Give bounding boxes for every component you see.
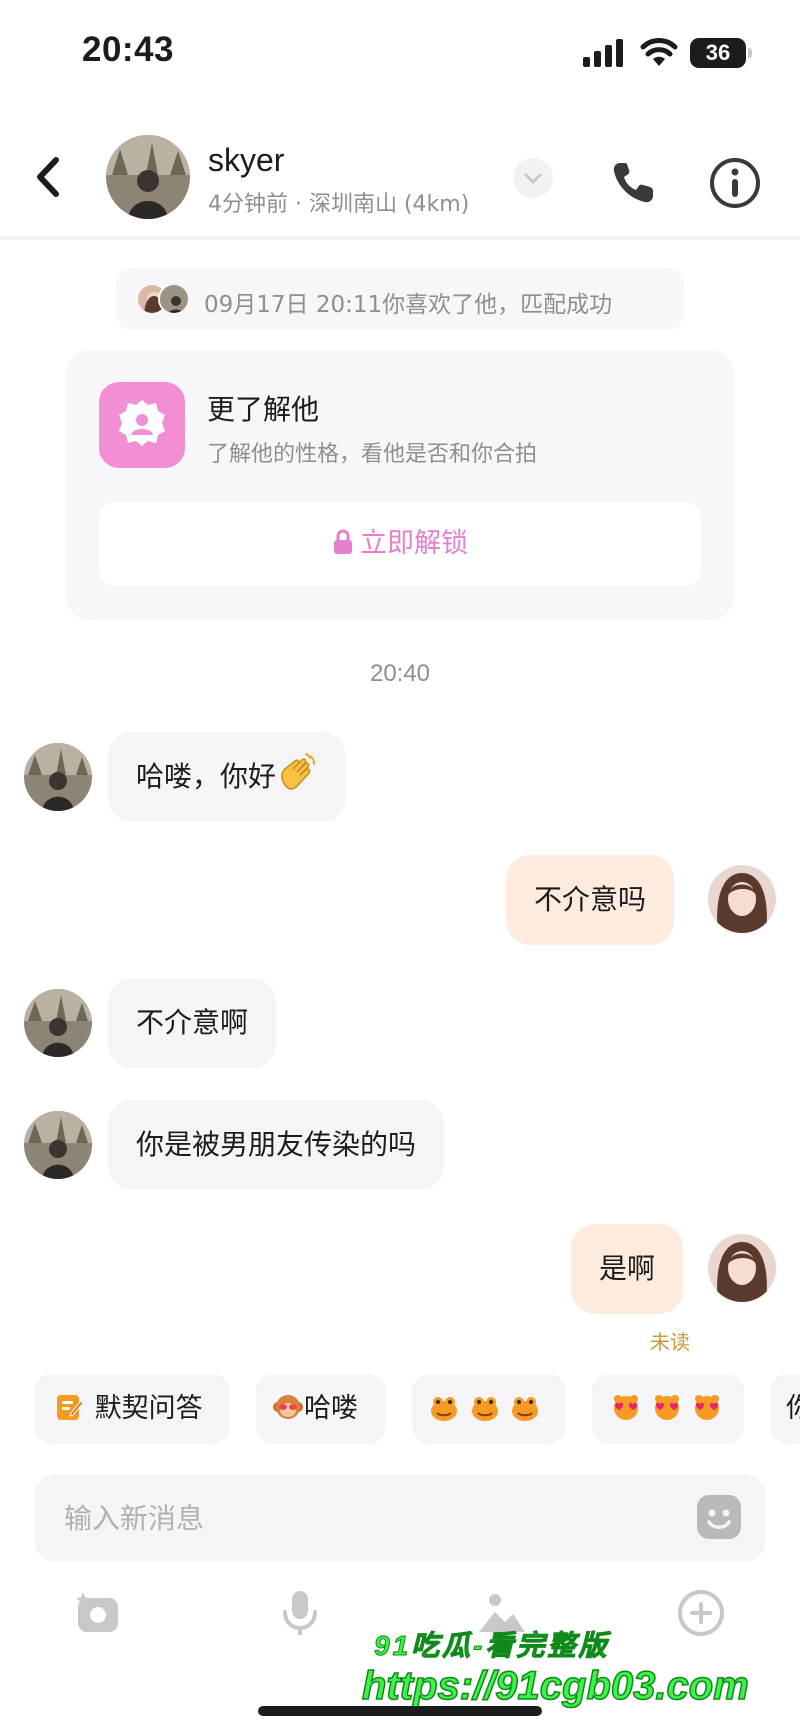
match-notice: 09月17日 20:11你喜欢了他，匹配成功 (116, 268, 684, 330)
message-text: 不介意啊 (136, 1006, 249, 1039)
unlock-label: 立即解锁 (360, 528, 468, 559)
contact-status-location: 4分钟前 · 深圳南山 (4km) (208, 192, 470, 217)
home-indicator (258, 1706, 542, 1716)
time-divider: 20:40 (369, 660, 431, 687)
contact-message-avatar[interactable] (24, 1111, 92, 1179)
frog-sticker-icon (512, 1396, 539, 1421)
quick-reply-bear-stickers[interactable] (592, 1374, 744, 1444)
know-card-description: 了解他的性格，看他是否和你合拍 (207, 442, 538, 467)
message-text: 哈喽，你好 (136, 760, 277, 793)
watermark-title: 91吃瓜-看完整版 (373, 1630, 610, 1662)
watermark-url: https://91cgb03.com (361, 1663, 749, 1709)
message-bubble-incoming[interactable]: 哈喽，你好 (108, 732, 347, 822)
quick-reply-label: 你 (786, 1393, 800, 1424)
camera-icon[interactable] (74, 1588, 124, 1638)
frog-sticker-icon (431, 1396, 457, 1421)
wifi-icon (640, 38, 678, 66)
quick-reply-label: 默契问答 (94, 1393, 203, 1424)
message-bubble-incoming[interactable]: 不介意啊 (108, 978, 277, 1068)
quick-reply-frog-stickers[interactable] (412, 1374, 566, 1444)
quick-reply-label: 哈喽 (304, 1393, 358, 1424)
match-notice-text: 09月17日 20:11你喜欢了他，匹配成功 (204, 292, 613, 318)
signal-icon (583, 39, 623, 67)
waving-hand-icon (281, 753, 316, 790)
quick-reply-partial[interactable]: 你 (770, 1374, 800, 1444)
battery-indicator: 36 (690, 38, 746, 68)
heart-bear-sticker-icon (614, 1394, 638, 1420)
know-card-title: 更了解他 (207, 393, 320, 426)
edit-note-icon (57, 1394, 84, 1420)
contact-avatar[interactable] (106, 135, 190, 219)
battery-nub (748, 48, 752, 58)
quick-reply-quiz[interactable]: 默契问答 (34, 1374, 230, 1444)
back-icon[interactable] (30, 152, 66, 202)
message-bubble-outgoing[interactable]: 是啊 (571, 1224, 684, 1314)
phone-icon[interactable] (610, 160, 658, 206)
know-him-card: 更了解他 了解他的性格，看他是否和你合拍 立即解锁 (66, 350, 734, 620)
frog-sticker-icon (471, 1396, 498, 1421)
message-text: 是啊 (599, 1252, 656, 1285)
message-bubble-incoming[interactable]: 你是被男朋友传染的吗 (108, 1100, 445, 1190)
message-text: 你是被男朋友传染的吗 (136, 1128, 417, 1161)
personality-badge-icon (99, 382, 185, 468)
contact-name: skyer (208, 142, 285, 178)
match-avatars (136, 283, 192, 315)
message-text: 不介意吗 (534, 883, 647, 916)
add-icon[interactable] (676, 1588, 726, 1638)
monkey-sticker-icon (273, 1394, 303, 1419)
status-time: 20:43 (82, 30, 175, 69)
my-message-avatar[interactable] (708, 865, 776, 933)
heart-bear-sticker-icon (695, 1394, 720, 1420)
unlock-button[interactable]: 立即解锁 (99, 502, 701, 586)
contact-avatar-small (158, 283, 190, 315)
info-icon[interactable] (708, 156, 762, 210)
lock-icon (334, 529, 352, 554)
chat-header: skyer 4分钟前 · 深圳南山 (4km) (0, 120, 800, 240)
message-bubble-outgoing[interactable]: 不介意吗 (506, 855, 675, 945)
microphone-icon[interactable] (275, 1588, 325, 1638)
contact-message-avatar[interactable] (24, 743, 92, 811)
unread-status: 未读 (650, 1330, 690, 1354)
message-input[interactable] (64, 1474, 664, 1562)
my-message-avatar[interactable] (708, 1234, 776, 1302)
emoji-icon[interactable] (696, 1494, 742, 1540)
contact-message-avatar[interactable] (24, 989, 92, 1057)
chevron-down-icon[interactable] (513, 158, 553, 198)
quick-reply-hello[interactable]: 哈喽 (256, 1374, 386, 1444)
message-input-box (34, 1474, 766, 1562)
heart-bear-sticker-icon (654, 1394, 679, 1420)
quick-reply-bar: 默契问答 哈喽 你 (0, 1374, 800, 1446)
status-bar: 20:43 36 (0, 0, 800, 110)
